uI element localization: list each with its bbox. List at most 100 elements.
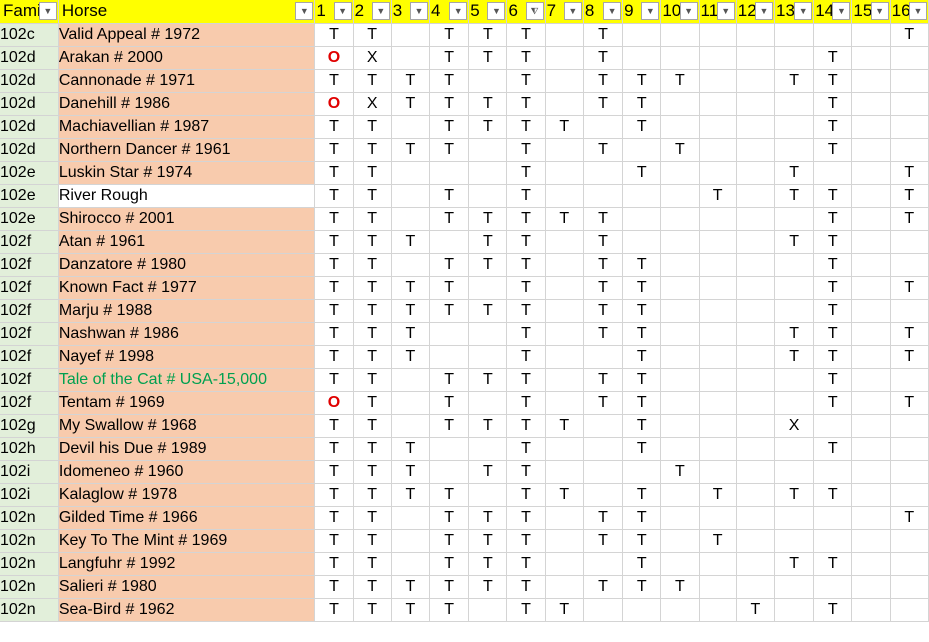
mark-cell[interactable]: T (583, 276, 624, 300)
mark-cell[interactable]: T (353, 207, 392, 231)
family-cell[interactable]: 102e (0, 161, 59, 185)
mark-cell[interactable] (699, 506, 737, 530)
mark-cell[interactable] (890, 230, 929, 254)
mark-cell[interactable]: T (391, 598, 431, 622)
mark-cell[interactable]: T (622, 368, 662, 392)
mark-cell[interactable] (391, 46, 431, 70)
chevron-down-icon[interactable]: ▼ (870, 2, 889, 20)
mark-cell[interactable] (736, 69, 775, 93)
mark-cell[interactable] (699, 368, 737, 392)
mark-cell[interactable] (545, 23, 584, 47)
mark-cell[interactable]: T (353, 414, 392, 438)
mark-cell[interactable] (622, 46, 662, 70)
mark-cell[interactable]: T (545, 598, 584, 622)
mark-cell[interactable] (545, 230, 584, 254)
mark-cell[interactable]: T (622, 92, 662, 116)
mark-cell[interactable]: T (813, 92, 853, 116)
mark-cell[interactable] (391, 23, 431, 47)
chevron-down-icon[interactable]: ▼ (295, 2, 314, 20)
family-cell[interactable]: 102h (0, 437, 59, 461)
family-cell[interactable]: 102f (0, 230, 59, 254)
mark-cell[interactable] (774, 598, 815, 622)
family-cell[interactable]: 102n (0, 529, 59, 553)
mark-cell[interactable]: T (813, 368, 853, 392)
mark-cell[interactable] (583, 460, 624, 484)
mark-cell[interactable] (660, 161, 700, 185)
mark-cell[interactable] (429, 437, 470, 461)
family-cell[interactable]: 102f (0, 276, 59, 300)
horse-cell[interactable]: Nashwan # 1986 (58, 322, 316, 346)
mark-cell[interactable] (699, 598, 737, 622)
mark-cell[interactable] (660, 23, 700, 47)
mark-cell[interactable] (699, 23, 737, 47)
mark-cell[interactable]: T (353, 230, 392, 254)
mark-cell[interactable] (391, 207, 431, 231)
column-header-12[interactable]: 12 ▼ (736, 0, 775, 24)
chevron-down-icon[interactable]: ▼ (794, 2, 813, 20)
mark-cell[interactable]: T (353, 161, 392, 185)
mark-cell[interactable] (660, 253, 700, 277)
mark-cell[interactable]: T (774, 69, 815, 93)
mark-cell[interactable]: T (353, 506, 392, 530)
mark-cell[interactable]: T (468, 230, 508, 254)
mark-cell[interactable]: T (353, 598, 392, 622)
horse-cell[interactable]: Cannonade # 1971 (58, 69, 316, 93)
mark-cell[interactable]: T (429, 92, 470, 116)
column-header-14[interactable]: 14 ▼ (813, 0, 853, 24)
family-cell[interactable]: 102f (0, 345, 59, 369)
mark-cell[interactable]: T (468, 46, 508, 70)
mark-cell[interactable]: T (813, 46, 853, 70)
family-cell[interactable]: 102d (0, 115, 59, 139)
family-cell[interactable]: 102e (0, 207, 59, 231)
mark-cell[interactable]: X (774, 414, 815, 438)
mark-cell[interactable]: T (622, 575, 662, 599)
mark-cell[interactable]: T (545, 115, 584, 139)
mark-cell[interactable] (660, 207, 700, 231)
mark-cell[interactable]: T (622, 276, 662, 300)
mark-cell[interactable]: T (353, 115, 392, 139)
mark-cell[interactable] (851, 138, 891, 162)
mark-cell[interactable] (813, 460, 853, 484)
family-cell[interactable]: 102e (0, 184, 59, 208)
mark-cell[interactable]: T (506, 161, 546, 185)
mark-cell[interactable]: T (506, 391, 546, 415)
mark-cell[interactable]: T (314, 575, 354, 599)
column-header-11[interactable]: 11 ▼ (699, 0, 737, 24)
mark-cell[interactable]: T (583, 299, 624, 323)
mark-cell[interactable] (622, 230, 662, 254)
horse-cell[interactable]: Danzatore # 1980 (58, 253, 316, 277)
mark-cell[interactable] (391, 529, 431, 553)
mark-cell[interactable]: O (314, 92, 354, 116)
mark-cell[interactable] (660, 322, 700, 346)
horse-cell[interactable]: River Rough (58, 184, 316, 208)
horse-cell[interactable]: Valid Appeal # 1972 (58, 23, 316, 47)
mark-cell[interactable]: T (813, 276, 853, 300)
mark-cell[interactable]: T (890, 184, 929, 208)
mark-cell[interactable]: T (545, 414, 584, 438)
mark-cell[interactable] (545, 391, 584, 415)
mark-cell[interactable] (699, 575, 737, 599)
mark-cell[interactable]: T (506, 414, 546, 438)
mark-cell[interactable] (736, 575, 775, 599)
mark-cell[interactable]: T (314, 23, 354, 47)
horse-cell[interactable]: Langfuhr # 1992 (58, 552, 316, 576)
mark-cell[interactable] (468, 161, 508, 185)
mark-cell[interactable] (622, 184, 662, 208)
mark-cell[interactable] (774, 115, 815, 139)
mark-cell[interactable] (851, 460, 891, 484)
mark-cell[interactable]: T (813, 483, 853, 507)
mark-cell[interactable]: T (890, 207, 929, 231)
chevron-down-icon[interactable]: ▼ (754, 2, 773, 20)
mark-cell[interactable] (699, 207, 737, 231)
mark-cell[interactable]: T (506, 322, 546, 346)
mark-cell[interactable]: T (429, 138, 470, 162)
mark-cell[interactable] (851, 46, 891, 70)
mark-cell[interactable] (468, 345, 508, 369)
mark-cell[interactable] (736, 230, 775, 254)
mark-cell[interactable] (851, 322, 891, 346)
column-header-7[interactable]: 7 ▼ (545, 0, 584, 24)
mark-cell[interactable]: X (353, 92, 392, 116)
mark-cell[interactable] (660, 552, 700, 576)
horse-cell[interactable]: Atan # 1961 (58, 230, 316, 254)
mark-cell[interactable]: T (583, 322, 624, 346)
